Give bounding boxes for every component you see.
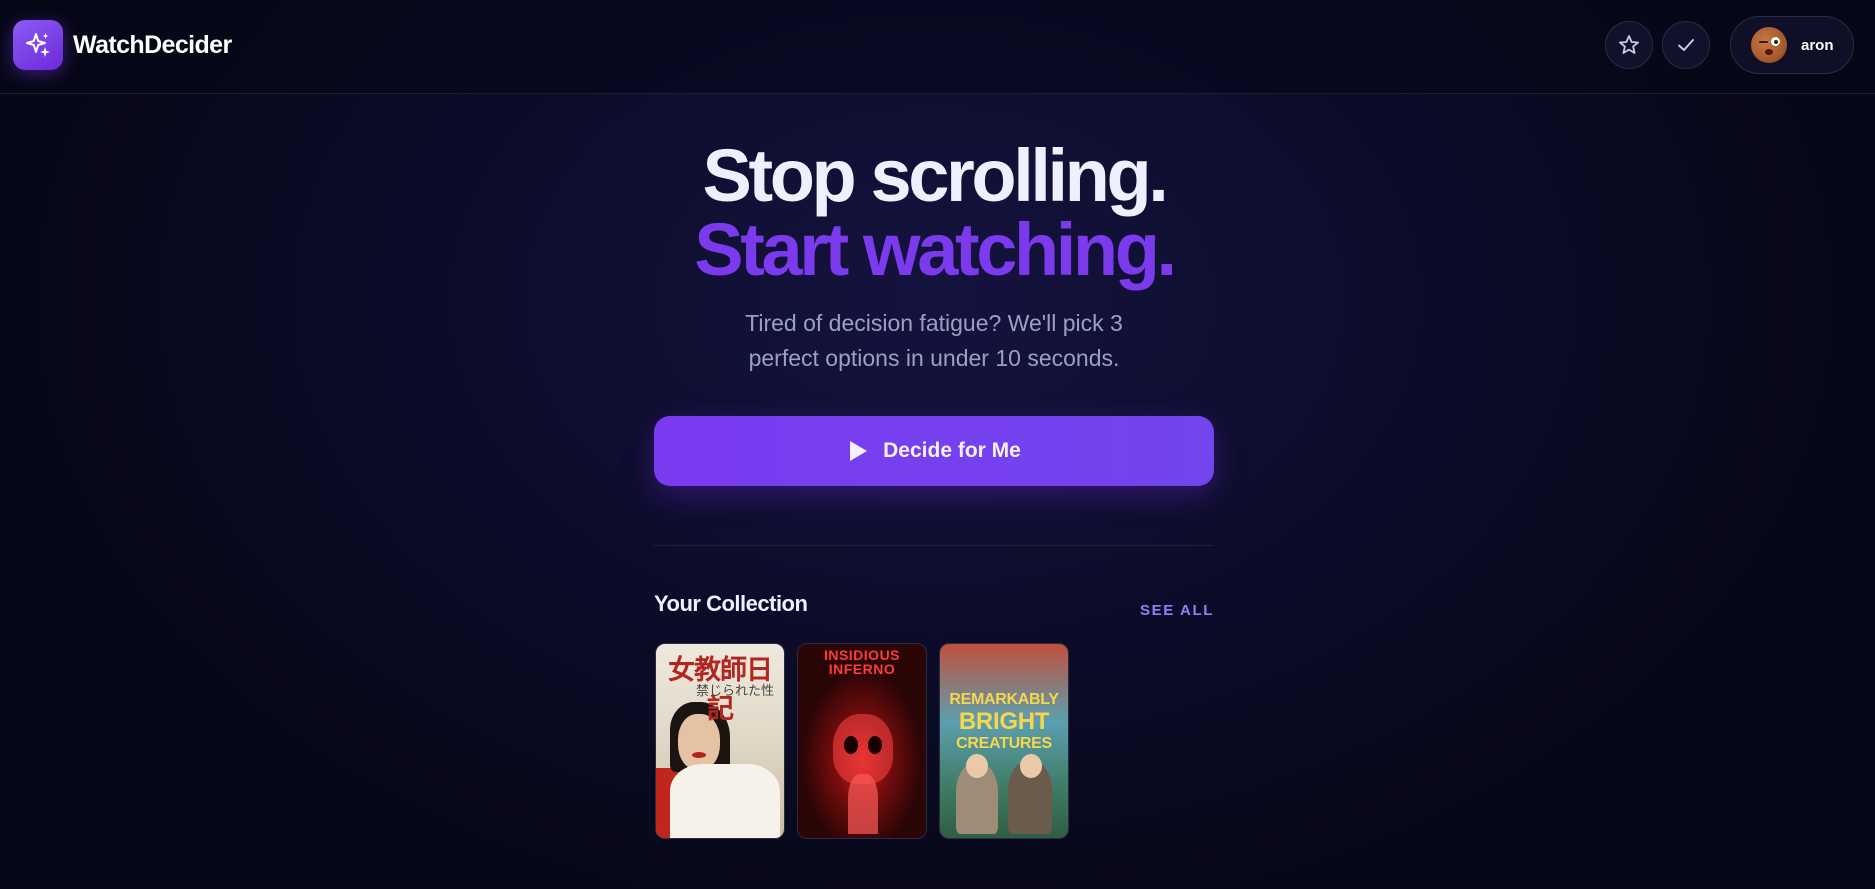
collection-title: Your Collection (654, 591, 808, 616)
sparkles-icon (13, 20, 63, 70)
hero-subtitle: Tired of decision fatigue? We'll pick 3 … (684, 306, 1184, 376)
collection-poster[interactable]: 女教師日記 禁じられた性 (655, 643, 785, 839)
collection-poster[interactable]: INSIDIOUS INFERNO (797, 643, 927, 839)
user-menu-button[interactable]: aron (1730, 16, 1854, 74)
app-logo[interactable]: WatchDecider (13, 20, 232, 70)
star-icon (1619, 35, 1639, 54)
top-bar: WatchDecider aron (0, 0, 1875, 94)
app-name: WatchDecider (73, 30, 232, 59)
see-all-link[interactable]: SEE ALL (1080, 602, 1214, 619)
watched-button[interactable] (1662, 21, 1710, 69)
poster-title: REMARKABLY BRIGHT CREATURES (949, 691, 1059, 752)
decide-for-me-button[interactable]: Decide for Me (654, 416, 1214, 486)
favorites-button[interactable] (1605, 21, 1653, 69)
user-name: aron (1801, 36, 1834, 54)
section-divider (654, 545, 1214, 546)
hero-subtitle-line1: Tired of decision fatigue? We'll pick 3 (745, 310, 1123, 336)
play-icon (850, 441, 868, 461)
hero-subtitle-line2: perfect options in under 10 seconds. (748, 345, 1120, 371)
check-icon (1678, 39, 1694, 51)
hero-heading-line2: Start watching. (694, 208, 1177, 291)
poster-subtitle: 禁じられた性 (696, 684, 775, 699)
poster-title: INSIDIOUS INFERNO (823, 647, 901, 677)
avatar (1751, 27, 1787, 63)
collection-poster[interactable]: REMARKABLY BRIGHT CREATURES (939, 643, 1069, 839)
decide-for-me-label: Decide for Me (883, 439, 1021, 462)
